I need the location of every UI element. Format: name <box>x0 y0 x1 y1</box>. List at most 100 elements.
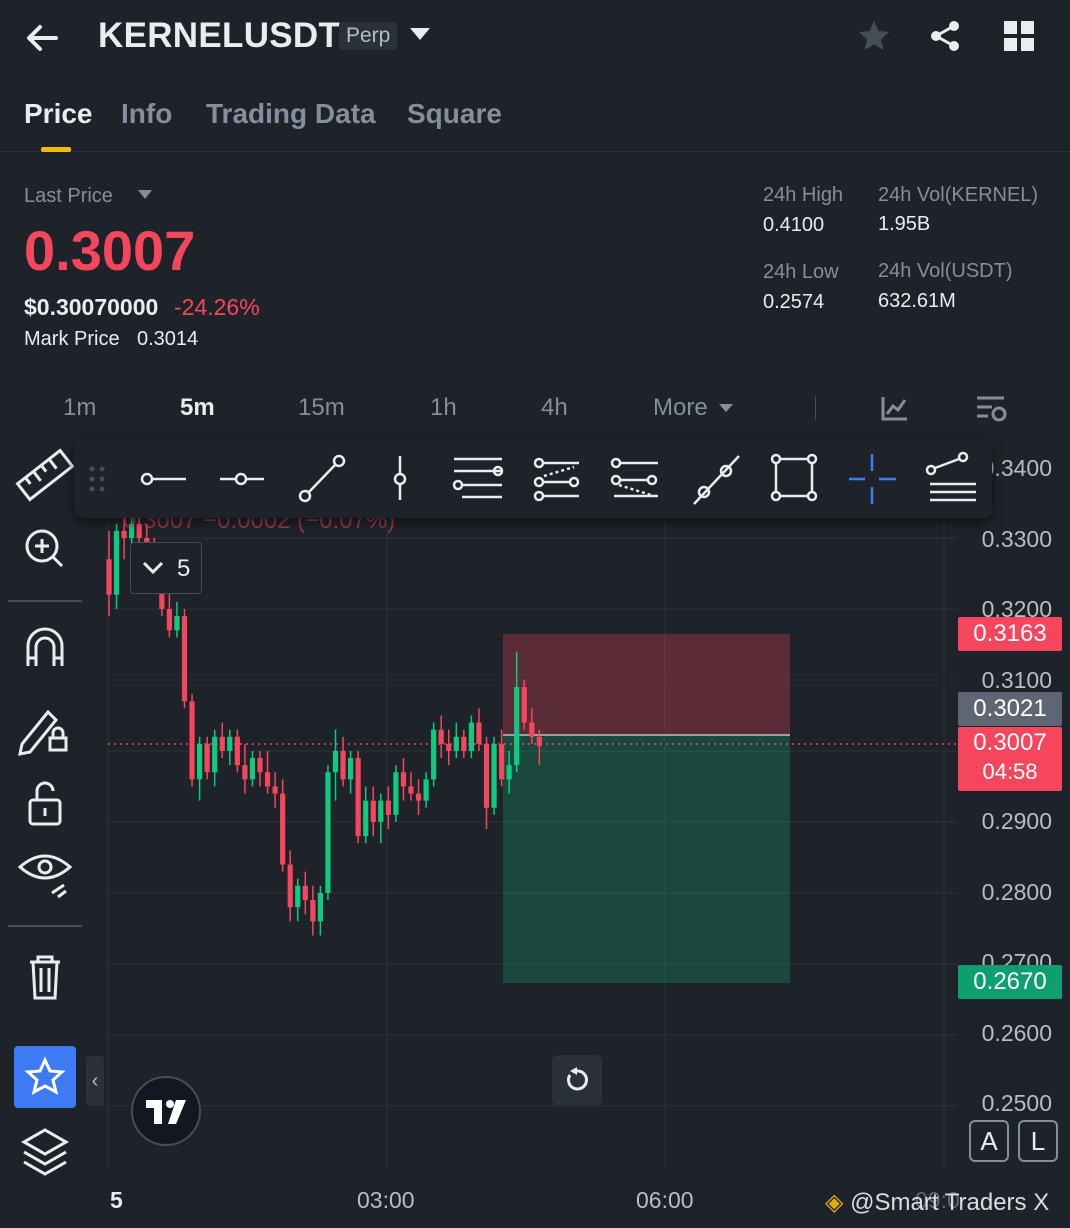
regression-channel-tool-icon[interactable] <box>610 457 658 498</box>
favorite-tools-button[interactable] <box>14 1046 76 1108</box>
candle-body <box>415 793 422 801</box>
tool-divider <box>8 925 82 927</box>
mark-price-tag: 0.3021 <box>958 692 1062 726</box>
rectangle-tool-icon[interactable] <box>770 453 818 502</box>
last-price-dropdown-icon[interactable] <box>138 190 152 199</box>
binance-logo-icon: ◈ <box>825 1189 844 1216</box>
collapse-toolbar-button[interactable]: ‹ <box>86 1056 104 1106</box>
eye-icon[interactable] <box>8 845 82 905</box>
horizontal-line-tool-icon[interactable] <box>220 472 264 486</box>
candle-body <box>310 900 316 922</box>
candle-up <box>332 729 339 801</box>
last-price-label[interactable]: Last Price <box>24 185 113 208</box>
magnet-icon[interactable] <box>8 620 82 680</box>
vol-quote-label: 24h Vol(USDT) <box>878 260 1013 282</box>
candle-down <box>272 772 278 808</box>
candle-body <box>378 800 384 822</box>
y-tick: 0.2900 <box>981 808 1052 834</box>
timeframe-4h[interactable]: 4h <box>541 394 568 422</box>
candle-up <box>378 793 384 844</box>
more-dropdown-icon[interactable] <box>719 404 733 412</box>
indicator-icon[interactable] <box>880 394 910 422</box>
x-tick: 5 <box>110 1187 123 1213</box>
mark-price-value: 0.3014 <box>137 328 199 350</box>
candle-down <box>370 786 376 837</box>
candle-up <box>468 715 474 759</box>
vol-base-value: 1.95B <box>878 213 931 235</box>
symbol-title[interactable]: KERNELUSDT <box>98 16 340 56</box>
candle-body <box>212 736 218 773</box>
ruler-icon[interactable] <box>8 445 82 505</box>
candle-down <box>106 530 112 617</box>
candle-down <box>280 779 286 872</box>
auto-scale-button[interactable]: A <box>969 1120 1009 1162</box>
draw-lock-icon[interactable] <box>8 700 82 760</box>
last-price-tag: 0.3007 04:58 <box>958 727 1062 791</box>
vol-base-label: 24h Vol(KERNEL) <box>878 184 1039 206</box>
timeframe-15m[interactable]: 15m <box>298 394 345 422</box>
reset-chart-button[interactable] <box>552 1055 602 1105</box>
vertical-line-tool-icon[interactable] <box>393 456 407 500</box>
timeframe-1h[interactable]: 1h <box>430 394 457 422</box>
candle-body <box>453 736 459 751</box>
share-icon[interactable] <box>927 18 963 54</box>
timeframe-more[interactable]: More <box>653 394 708 422</box>
tab-price[interactable]: Price <box>24 98 93 130</box>
stop-loss-tag[interactable]: 0.3163 <box>958 617 1062 651</box>
tab-info[interactable]: Info <box>121 98 172 130</box>
layers-icon[interactable] <box>8 1124 82 1184</box>
tab-square[interactable]: Square <box>407 98 502 130</box>
drag-handle-icon[interactable] <box>89 466 105 492</box>
candle-down <box>415 779 422 815</box>
candle-body <box>113 530 120 595</box>
tab-trading-data[interactable]: Trading Data <box>206 98 376 130</box>
candle-down <box>189 694 195 787</box>
interval-collapse-button[interactable]: 5 <box>130 542 202 594</box>
header-bar: KERNELUSDT Perp <box>0 0 1070 80</box>
zoom-in-icon[interactable] <box>8 518 82 578</box>
candle-down <box>181 608 188 709</box>
candle-up <box>249 750 256 787</box>
candle-body <box>295 885 301 908</box>
tradingview-logo[interactable] <box>131 1076 201 1146</box>
candle-down <box>521 679 527 730</box>
grid-icon[interactable] <box>1001 18 1037 54</box>
take-profit-zone[interactable] <box>503 735 790 983</box>
candle-down <box>204 736 210 780</box>
last-price: 0.3007 <box>24 219 196 282</box>
chart-settings-icon[interactable] <box>974 394 1008 424</box>
timeframe-1m[interactable]: 1m <box>63 394 96 422</box>
x-tick: 03:00 <box>357 1187 415 1213</box>
fib-retracement-tool-icon[interactable] <box>925 451 976 502</box>
candle-down <box>340 736 346 787</box>
unlock-icon[interactable] <box>8 774 82 834</box>
candle-down <box>234 729 240 773</box>
timeframe-5m[interactable]: 5m <box>180 394 215 422</box>
stop-loss-zone[interactable] <box>503 634 790 735</box>
candle-body <box>302 885 308 901</box>
back-arrow-icon[interactable] <box>22 18 62 58</box>
candle-up <box>348 750 354 794</box>
trend-line-tool-icon[interactable] <box>298 454 346 503</box>
candle-up <box>423 772 429 808</box>
star-icon[interactable] <box>856 18 892 54</box>
candle-up <box>325 765 331 901</box>
candle-body <box>219 736 225 751</box>
y-tick: 0.2800 <box>981 879 1052 905</box>
trash-icon[interactable] <box>8 948 82 1008</box>
price-change: -24.26% <box>174 294 260 320</box>
log-scale-button[interactable]: L <box>1018 1120 1058 1162</box>
ray-tool-icon[interactable] <box>140 472 186 486</box>
main-tabs: Price Info Trading Data Square <box>0 96 1070 152</box>
take-profit-tag[interactable]: 0.2670 <box>958 965 1062 999</box>
candle-body <box>257 758 263 773</box>
chart-area[interactable]: 0.3007 −0.0002 (−0.07%) 0.3400 0.3300 0.… <box>0 440 1070 1228</box>
parallel-lines-tool-icon[interactable] <box>452 457 504 499</box>
candle-down <box>438 715 444 759</box>
symbol-dropdown-icon[interactable] <box>410 28 430 40</box>
candle-countdown: 04:58 <box>982 759 1038 784</box>
candle-body <box>189 701 195 780</box>
channel-tool-icon[interactable] <box>533 457 580 502</box>
crosshair-tool-icon[interactable] <box>849 454 896 504</box>
extended-line-tool-icon[interactable] <box>693 455 740 505</box>
